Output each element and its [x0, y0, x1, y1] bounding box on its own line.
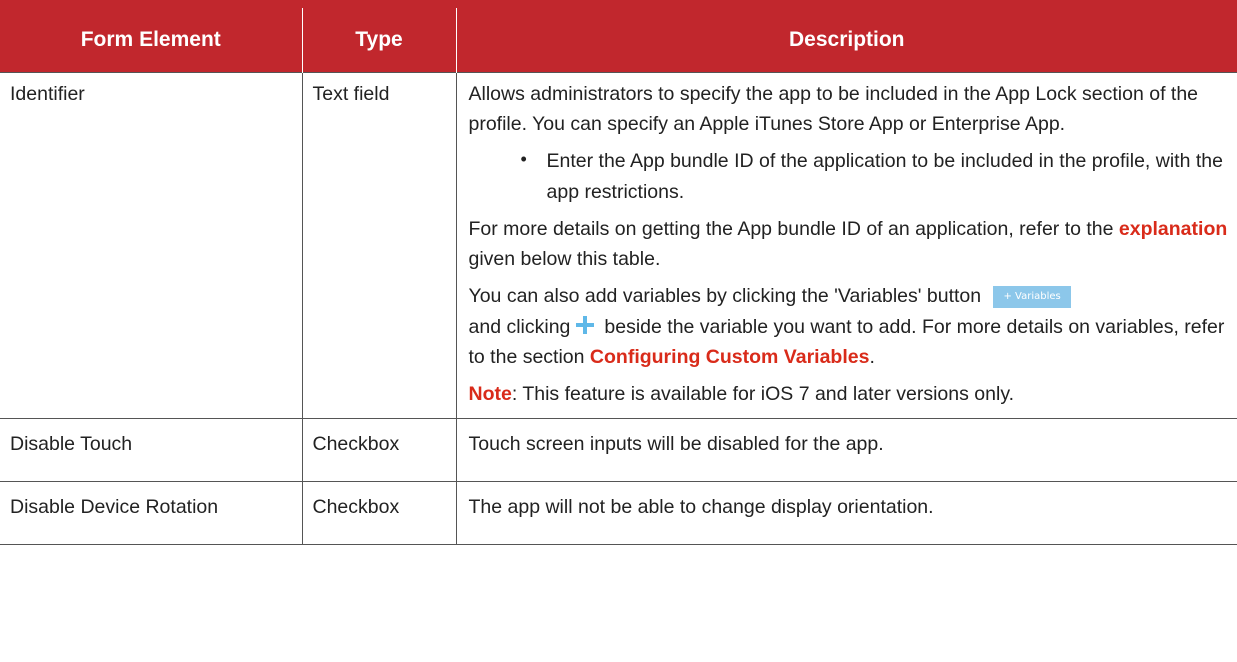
type-cell: Checkbox [301, 481, 457, 546]
bullet-icon: • [520, 149, 527, 170]
description-cell: Touch screen inputs will be disabled for… [455, 418, 1237, 483]
table-row: Disable Device Rotation Checkbox The app… [0, 481, 1237, 546]
plus-icon[interactable] [576, 315, 595, 334]
description-cell: The app will not be able to change displ… [455, 481, 1237, 546]
note-paragraph: Note: This feature is available for iOS … [469, 379, 1230, 409]
form-element-cell: Disable Device Rotation [0, 481, 303, 546]
form-element-cell: Disable Touch [0, 418, 303, 483]
table-row: Identifier Text field Allows administrat… [0, 71, 1237, 420]
header-band [0, 0, 1237, 8]
explanation-link[interactable]: explanation [1119, 218, 1227, 240]
details-paragraph: For more details on getting the App bund… [469, 214, 1230, 274]
variables-text-end: . [869, 345, 875, 368]
description-intro: Allows administrators to specify the app… [468, 83, 1199, 136]
variables-button[interactable]: + Variables [993, 286, 1072, 309]
bullet-item: • Enter the App bundle ID of the applica… [469, 146, 1230, 206]
note-text: : This feature is available for iOS 7 an… [511, 382, 1015, 405]
description-cell: Allows administrators to specify the app… [455, 71, 1237, 420]
type-cell: Text field [301, 71, 457, 420]
form-element-cell: Identifier [0, 71, 303, 420]
variables-text-before: You can also add variables by clicking t… [468, 285, 982, 308]
type-cell: Checkbox [301, 418, 457, 483]
column-header-type: Type [301, 8, 457, 73]
details-text-before: For more details on getting the App bund… [468, 217, 1119, 240]
variables-text-middle: and clicking [468, 315, 571, 338]
note-label: Note [468, 382, 512, 405]
column-header-form-element: Form Element [0, 8, 303, 73]
table-row: Disable Touch Checkbox Touch screen inpu… [0, 418, 1237, 483]
table-header-row: Form Element Type Description [0, 8, 1237, 73]
form-elements-table: Form Element Type Description Identifier… [0, 8, 1237, 546]
variables-paragraph: You can also add variables by clicking t… [469, 281, 1230, 372]
column-header-description: Description [455, 8, 1237, 73]
details-text-after: given below this table. [468, 248, 661, 271]
bullet-text: Enter the App bundle ID of the applicati… [546, 150, 1223, 203]
custom-variables-link[interactable]: Configuring Custom Variables [590, 346, 870, 368]
